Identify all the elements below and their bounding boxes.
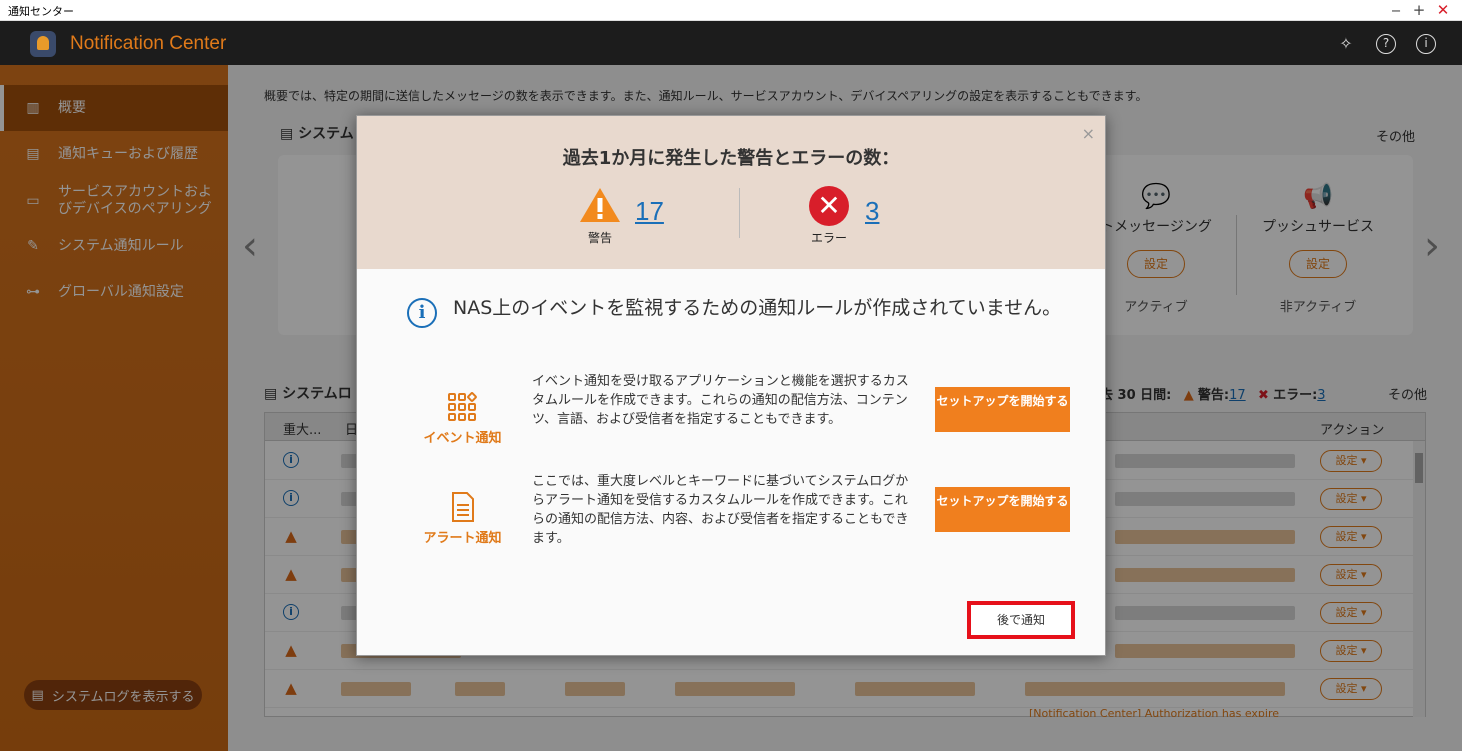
document-icon — [445, 490, 479, 524]
wand-icon[interactable]: ✧ — [1336, 34, 1356, 54]
window-title: 通知センター — [8, 5, 74, 18]
feature-description: ここでは、重大度レベルとキーワードに基づいてシステムログからアラート通知を受信す… — [532, 474, 909, 546]
error-icon: ✕ — [809, 186, 849, 226]
close-window-button[interactable]: ✕ — [1432, 0, 1454, 21]
app-header: Notification Center ✧ ? i — [0, 21, 1462, 65]
start-setup-alert-button[interactable]: セットアップを開始する — [935, 487, 1070, 532]
warning-label: 警告 — [587, 231, 612, 245]
minimize-button[interactable]: ‒ — [1385, 0, 1407, 21]
remind-later-button[interactable]: 後で通知 — [967, 601, 1075, 639]
help-icon[interactable]: ? — [1376, 34, 1396, 54]
feature-name: イベント通知 — [423, 431, 502, 446]
warning-icon — [580, 188, 620, 222]
info-icon: i — [407, 298, 437, 328]
feature-name: アラート通知 — [423, 531, 502, 546]
feature-description: イベント通知を受け取るアプリケーションと機能を選択するカスタムルールを作成できま… — [532, 374, 909, 427]
info-icon[interactable]: i — [1416, 34, 1436, 54]
warning-count-link[interactable]: 17 — [635, 196, 664, 227]
setup-dialog: × 過去1か月に発生した警告とエラーの数： 17 警告 ✕ 3 エラー i NA… — [356, 115, 1106, 656]
app-logo-icon — [30, 31, 56, 57]
maximize-button[interactable]: + — [1408, 0, 1430, 21]
grid-icon — [445, 390, 479, 424]
dialog-title: 過去1か月に発生した警告とエラーの数： — [562, 148, 900, 169]
no-rules-message: NAS上のイベントを監視するための通知ルールが作成されていません。 — [453, 297, 1062, 319]
error-count-link[interactable]: 3 — [865, 196, 879, 227]
window-title-bar: 通知センター ‒ + ✕ — [0, 0, 1462, 21]
dialog-summary-panel: × 過去1か月に発生した警告とエラーの数： 17 警告 ✕ 3 エラー — [357, 116, 1105, 269]
app-title: Notification Center — [70, 33, 227, 54]
start-setup-event-button[interactable]: セットアップを開始する — [935, 387, 1070, 432]
error-label: エラー — [810, 231, 847, 245]
stat-divider — [739, 188, 740, 238]
close-icon[interactable]: × — [1082, 124, 1095, 143]
